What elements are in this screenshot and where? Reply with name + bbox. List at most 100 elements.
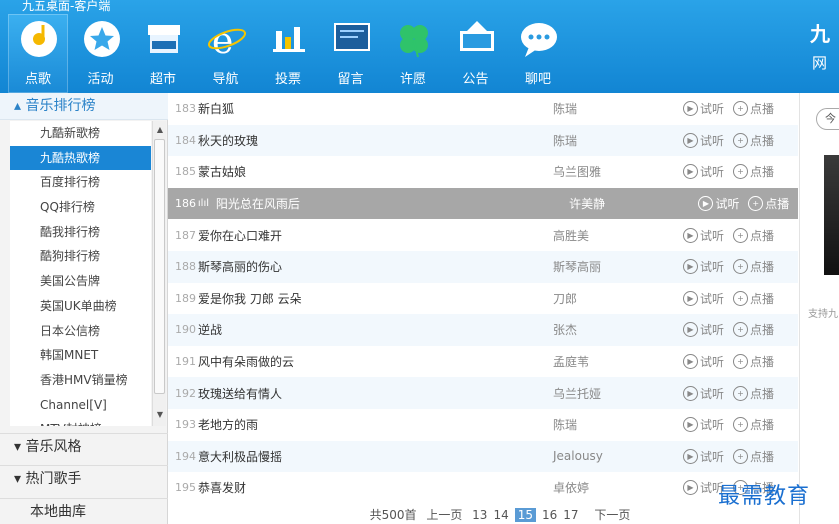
song-row[interactable]: 187 爱你在心口难开 高胜美 ▶ 试听 + 点播 xyxy=(168,219,798,251)
song-row[interactable]: 186 ılıl 阳光总在风雨后 许美静 ▶ 试听 + 点播 xyxy=(168,187,798,220)
nav-item-8[interactable]: 聊吧 xyxy=(508,14,568,93)
song-artist[interactable]: 斯琴高丽 xyxy=(553,258,683,275)
nav-item-1[interactable]: 活动 xyxy=(71,14,131,93)
listen-button[interactable]: ▶ 试听 xyxy=(683,321,733,338)
song-title[interactable]: 逆战 xyxy=(198,321,553,338)
song-row[interactable]: 185 蒙古姑娘 乌兰图雅 ▶ 试听 + 点播 xyxy=(168,156,798,188)
listen-button[interactable]: ▶ 试听 xyxy=(683,353,733,370)
request-button[interactable]: + 点播 xyxy=(733,132,783,149)
pager-page[interactable]: 13 xyxy=(472,508,487,522)
request-button[interactable]: + 点播 xyxy=(733,290,783,307)
pager-page[interactable]: 16 xyxy=(542,508,557,522)
song-artist[interactable]: 乌兰托娅 xyxy=(553,385,683,402)
song-artist[interactable]: 乌兰图雅 xyxy=(553,163,683,180)
scroll-down-arrow-icon[interactable]: ▼ xyxy=(155,410,165,422)
song-title[interactable]: 爱你在心口难开 xyxy=(198,227,553,244)
song-row[interactable]: 191 风中有朵雨做的云 孟庭苇 ▶ 试听 + 点播 xyxy=(168,346,798,378)
request-button[interactable]: + 点播 xyxy=(733,448,783,465)
song-row[interactable]: 195 恭喜发财 卓依婷 ▶ 试听 + 点播 xyxy=(168,472,798,504)
chart-item[interactable]: MTV封神榜 xyxy=(10,417,151,426)
song-row[interactable]: 189 爱是你我 刀郎 云朵 刀郎 ▶ 试听 + 点播 xyxy=(168,283,798,315)
listen-button[interactable]: ▶ 试听 xyxy=(683,290,733,307)
chart-item[interactable]: QQ排行榜 xyxy=(10,195,151,220)
nav-item-0[interactable]: 点歌 xyxy=(8,14,68,93)
song-title[interactable]: 斯琴高丽的伤心 xyxy=(198,258,553,275)
song-artist[interactable]: 高胜美 xyxy=(553,227,683,244)
section-hot-singers[interactable]: ▾ 热门歌手 xyxy=(0,465,168,492)
nav-item-5[interactable]: 留言 xyxy=(321,14,381,93)
song-artist[interactable]: 陈瑞 xyxy=(553,100,683,117)
song-row[interactable]: 188 斯琴高丽的伤心 斯琴高丽 ▶ 试听 + 点播 xyxy=(168,251,798,283)
listen-button[interactable]: ▶ 试听 xyxy=(683,163,733,180)
song-row[interactable]: 194 意大利极品慢摇 Jealousy ▶ 试听 + 点播 xyxy=(168,440,798,473)
scroll-up-arrow-icon[interactable]: ▲ xyxy=(155,125,165,137)
song-title[interactable]: 爱是你我 刀郎 云朵 xyxy=(198,290,553,307)
listen-button[interactable]: ▶ 试听 xyxy=(683,227,733,244)
listen-button[interactable]: ▶ 试听 xyxy=(683,100,733,117)
request-button[interactable]: + 点播 xyxy=(733,385,783,402)
chart-item[interactable]: 香港HMV销量榜 xyxy=(10,368,151,393)
chart-item[interactable]: 酷狗排行榜 xyxy=(10,244,151,269)
request-button[interactable]: + 点播 xyxy=(733,163,783,180)
song-title[interactable]: 意大利极品慢摇 xyxy=(198,448,553,465)
pager-next[interactable]: 下一页 xyxy=(594,508,630,522)
song-title[interactable]: 风中有朵雨做的云 xyxy=(198,353,553,370)
song-title[interactable]: 老地方的雨 xyxy=(198,416,553,433)
song-title[interactable]: 阳光总在风雨后 xyxy=(216,195,569,212)
song-artist[interactable]: 刀郎 xyxy=(553,290,683,307)
chart-item[interactable]: 韩国MNET xyxy=(10,343,151,368)
song-row[interactable]: 190 逆战 张杰 ▶ 试听 + 点播 xyxy=(168,314,798,346)
chart-item[interactable]: 九酷热歌榜 xyxy=(10,145,151,171)
pager-page[interactable]: 15 xyxy=(514,508,536,522)
pager-page[interactable]: 14 xyxy=(493,508,508,522)
song-row[interactable]: 192 玫瑰送给有情人 乌兰托娅 ▶ 试听 + 点播 xyxy=(168,377,798,409)
song-artist[interactable]: 孟庭苇 xyxy=(553,353,683,370)
listen-button[interactable]: ▶ 试听 xyxy=(683,416,733,433)
song-artist[interactable]: 陈瑞 xyxy=(553,416,683,433)
nav-item-6[interactable]: 许愿 xyxy=(383,14,443,93)
song-row[interactable]: 183 新白狐 陈瑞 ▶ 试听 + 点播 xyxy=(168,93,798,125)
section-music-style[interactable]: ▾ 音乐风格 xyxy=(0,433,168,460)
listen-button[interactable]: ▶ 试听 xyxy=(683,448,733,465)
chart-item[interactable]: 美国公告牌 xyxy=(10,269,151,294)
listen-button[interactable]: ▶ 试听 xyxy=(683,385,733,402)
song-artist[interactable]: 卓依婷 xyxy=(553,479,683,496)
song-row[interactable]: 184 秋天的玫瑰 陈瑞 ▶ 试听 + 点播 xyxy=(168,124,798,157)
chart-item[interactable]: 日本公信榜 xyxy=(10,319,151,344)
pager-prev[interactable]: 上一页 xyxy=(426,508,462,522)
scroll-thumb[interactable] xyxy=(154,139,165,394)
request-button[interactable]: + 点播 xyxy=(733,100,783,117)
sidebar-scrollbar[interactable]: ▲ ▼ xyxy=(152,121,166,426)
request-button[interactable]: + 点播 xyxy=(733,416,783,433)
song-artist[interactable]: Jealousy xyxy=(553,449,683,463)
song-row[interactable]: 193 老地方的雨 陈瑞 ▶ 试听 + 点播 xyxy=(168,409,798,441)
song-title[interactable]: 新白狐 xyxy=(198,100,553,117)
request-button[interactable]: + 点播 xyxy=(748,195,798,212)
song-artist[interactable]: 张杰 xyxy=(553,321,683,338)
listen-button[interactable]: ▶ 试听 xyxy=(683,258,733,275)
listen-button[interactable]: ▶ 试听 xyxy=(698,195,748,212)
today-pill[interactable]: 今 xyxy=(816,108,839,130)
pager-page[interactable]: 17 xyxy=(563,508,578,522)
chart-item[interactable]: 英国UK单曲榜 xyxy=(10,294,151,319)
request-button[interactable]: + 点播 xyxy=(733,258,783,275)
song-title[interactable]: 恭喜发财 xyxy=(198,479,553,496)
chart-item[interactable]: 九酷新歌榜 xyxy=(10,121,151,146)
request-button[interactable]: + 点播 xyxy=(733,227,783,244)
nav-item-3[interactable]: e 导航 xyxy=(196,14,256,93)
nav-item-2[interactable]: 超市 xyxy=(133,14,193,93)
nav-item-4[interactable]: 投票 xyxy=(258,14,318,93)
song-artist[interactable]: 陈瑞 xyxy=(553,132,683,149)
request-button[interactable]: + 点播 xyxy=(733,353,783,370)
chart-item[interactable]: 百度排行榜 xyxy=(10,170,151,195)
section-local-library[interactable]: 本地曲库 xyxy=(0,498,168,524)
nav-item-7[interactable]: 公告 xyxy=(446,14,506,93)
promo-image[interactable] xyxy=(824,155,839,275)
request-button[interactable]: + 点播 xyxy=(733,321,783,338)
song-title[interactable]: 蒙古姑娘 xyxy=(198,163,553,180)
song-title[interactable]: 玫瑰送给有情人 xyxy=(198,385,553,402)
chart-item[interactable]: Channel[V] xyxy=(10,393,151,418)
song-artist[interactable]: 许美静 xyxy=(569,195,698,212)
song-title[interactable]: 秋天的玫瑰 xyxy=(198,132,553,149)
chart-item[interactable]: 酷我排行榜 xyxy=(10,220,151,245)
